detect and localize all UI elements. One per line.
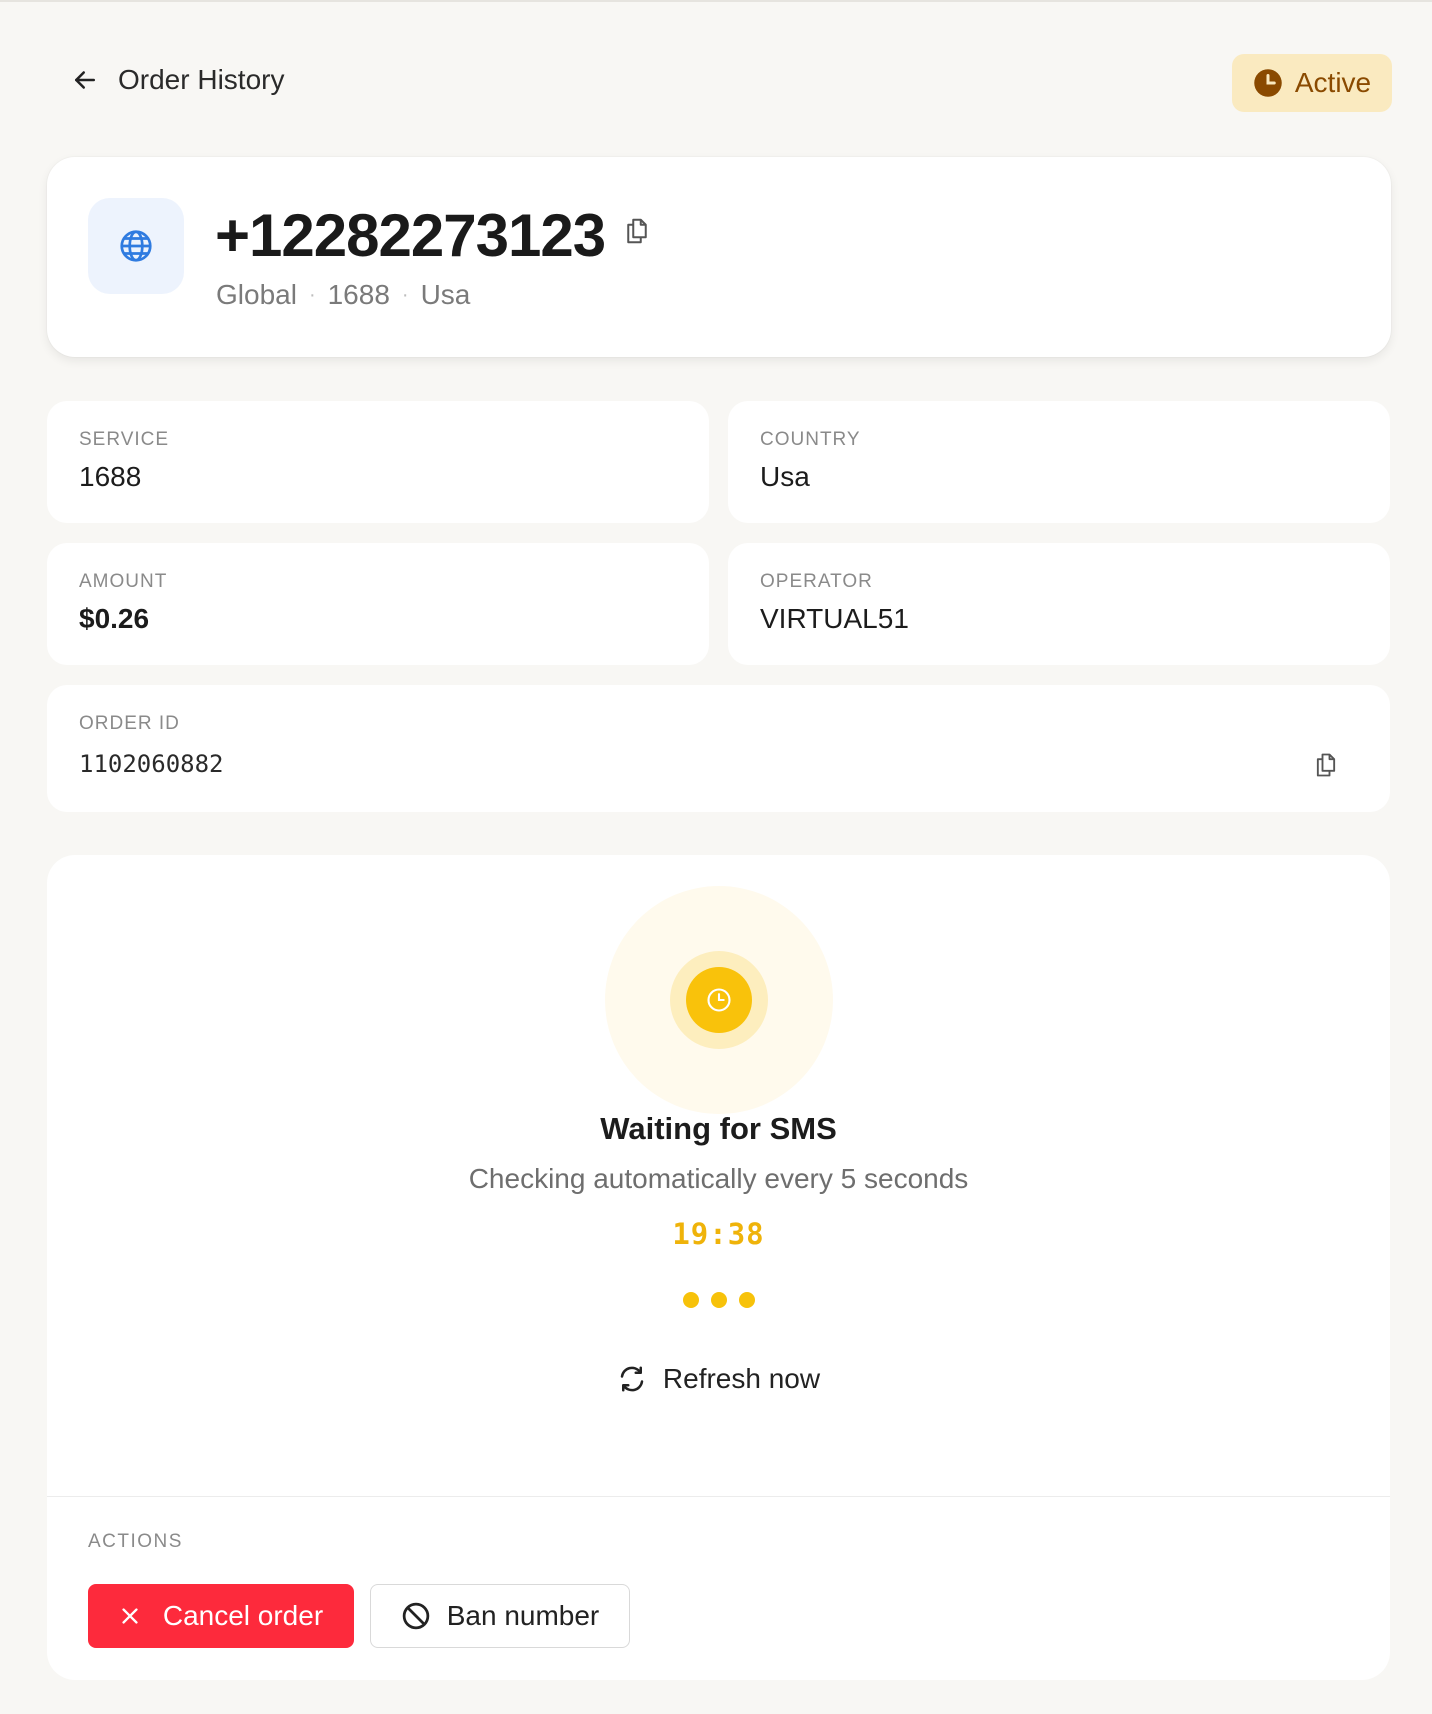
amount-label: AMOUNT (79, 571, 168, 592)
country-card: COUNTRY Usa (728, 401, 1390, 523)
clock-icon (707, 988, 731, 1012)
service-label: SERVICE (79, 429, 170, 450)
divider (47, 1496, 1390, 1497)
clock-icon (1254, 69, 1282, 97)
refresh-now-label: Refresh now (662, 1363, 821, 1394)
loading-dot (710, 1292, 727, 1308)
cancel-order-label: Cancel order (162, 1600, 324, 1631)
refresh-now-button[interactable]: Refresh now (47, 1363, 1390, 1395)
service-card: SERVICE 1688 (47, 401, 709, 523)
status-badge-label: Active (1294, 67, 1372, 98)
refresh-icon (620, 1366, 644, 1392)
back-to-order-history[interactable]: Order History (70, 64, 284, 96)
ban-icon (402, 1602, 429, 1630)
operator-value: VIRTUAL51 (760, 603, 909, 634)
countdown-timer: 19:38 (672, 1217, 765, 1251)
page-title: Order History (118, 64, 285, 95)
ban-number-label: Ban number (446, 1600, 600, 1631)
country-value: Usa (760, 461, 810, 492)
order-id-label: ORDER ID (79, 713, 180, 734)
waiting-title: Waiting for SMS (600, 1111, 837, 1146)
sms-waiting-panel: Waiting for SMS Checking automatically e… (47, 855, 1390, 1680)
meta-country: Usa (420, 279, 471, 310)
arrow-left-icon (75, 71, 95, 89)
loading-dot (738, 1292, 755, 1308)
amount-value: $0.26 (79, 603, 150, 634)
meta-provider: Global (216, 279, 297, 310)
copy-icon[interactable] (1312, 751, 1340, 779)
service-value: 1688 (79, 461, 142, 492)
ban-number-button[interactable]: Ban number (370, 1584, 630, 1648)
copy-icon[interactable] (622, 216, 652, 246)
order-id-card: ORDER ID 1102060882 (47, 685, 1390, 812)
loading-dot (682, 1292, 699, 1308)
country-label: COUNTRY (760, 429, 861, 450)
order-id-value: 1102060882 (79, 750, 224, 778)
phone-meta: Global · 1688 · Usa (216, 279, 470, 311)
phone-number-card: +12282273123 Global · 1688 · Usa (47, 157, 1391, 357)
meta-separator: · (401, 284, 409, 306)
actions-heading: ACTIONS (88, 1531, 183, 1552)
globe-icon (120, 230, 152, 262)
operator-card: OPERATOR VIRTUAL51 (728, 543, 1390, 665)
cancel-order-button[interactable]: Cancel order (88, 1584, 354, 1648)
operator-label: OPERATOR (760, 571, 873, 592)
loading-dots (47, 1292, 1390, 1308)
x-icon (122, 1608, 138, 1624)
waiting-subtitle: Checking automatically every 5 seconds (468, 1163, 969, 1194)
status-badge: Active (1232, 54, 1392, 112)
meta-service: 1688 (327, 279, 390, 310)
meta-separator: · (308, 284, 316, 306)
service-avatar (88, 198, 184, 294)
amount-card: AMOUNT $0.26 (47, 543, 709, 665)
phone-number: +12282273123 (215, 202, 606, 269)
waiting-indicator (686, 967, 752, 1033)
